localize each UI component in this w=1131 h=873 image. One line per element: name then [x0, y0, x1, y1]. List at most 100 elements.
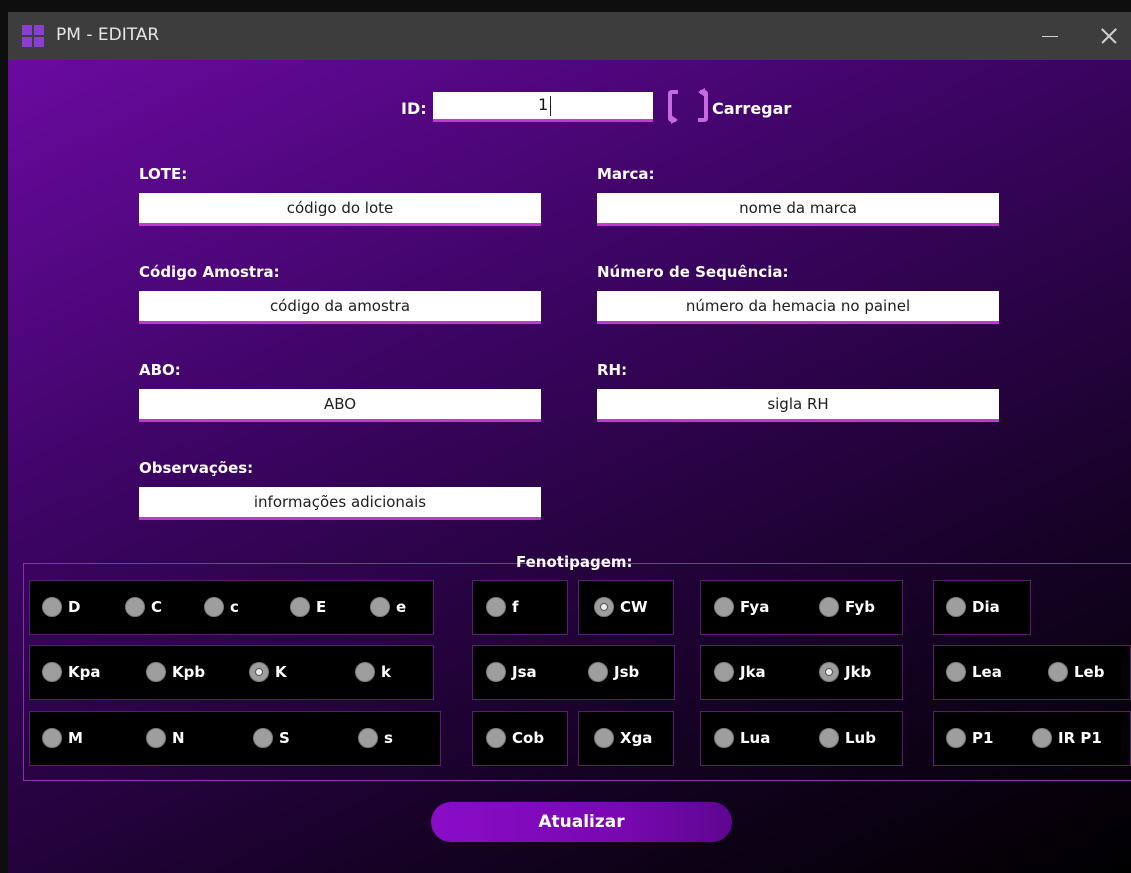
radio-Jka[interactable]: Jka [714, 662, 766, 682]
app-window: PM - EDITAR ID: 1 Carregar LOTE: código … [8, 12, 1131, 873]
radio-C-indicator [125, 597, 145, 617]
radio-M[interactable]: M [42, 728, 83, 748]
radio-c[interactable]: c [204, 597, 239, 617]
radio-CW-label: CW [620, 598, 648, 616]
marca-label: Marca: [597, 165, 655, 183]
radio-k-label: k [381, 663, 391, 681]
radio-Cob-label: Cob [512, 729, 545, 747]
radio-P1[interactable]: P1 [946, 728, 993, 748]
radio-Lub-label: Lub [845, 729, 876, 747]
radio-Cob[interactable]: Cob [486, 728, 544, 748]
rh-label: RH: [597, 361, 628, 379]
numero-sequencia-input[interactable]: número da hemacia no painel [597, 291, 999, 324]
radio-Fya[interactable]: Fya [714, 597, 769, 617]
radio-Jkb[interactable]: Jkb [819, 662, 871, 682]
radio-E[interactable]: E [290, 597, 326, 617]
codigo-amostra-input[interactable]: código da amostra [139, 291, 541, 324]
minimize-icon[interactable] [1028, 18, 1074, 54]
radio-Leb-indicator [1048, 662, 1068, 682]
radio-S[interactable]: S [253, 728, 290, 748]
load-button[interactable]: Carregar [712, 99, 791, 118]
radio-N-indicator [146, 728, 166, 748]
radio-D[interactable]: D [42, 597, 80, 617]
radio-Lub[interactable]: Lub [819, 728, 876, 748]
radio-D-indicator [42, 597, 62, 617]
radio-IRP1[interactable]: IR P1 [1032, 728, 1102, 748]
radio-Kpb-label: Kpb [172, 663, 206, 681]
radio-k[interactable]: k [355, 662, 391, 682]
close-icon[interactable] [1085, 18, 1131, 54]
radio-CW-indicator [594, 597, 614, 617]
radio-CW[interactable]: CW [594, 597, 648, 617]
radio-S-indicator [253, 728, 273, 748]
radio-Leb-label: Leb [1074, 663, 1105, 681]
radio-e-label: e [396, 598, 407, 616]
reload-icon[interactable] [668, 84, 708, 128]
radio-s[interactable]: s [358, 728, 393, 748]
radio-Kpb[interactable]: Kpb [146, 662, 205, 682]
title-bar: PM - EDITAR [8, 12, 1131, 60]
app-logo-icon [22, 25, 44, 47]
radio-S-label: S [279, 729, 290, 747]
radio-s-indicator [358, 728, 378, 748]
radio-Lea-label: Lea [972, 663, 1002, 681]
rh-input[interactable]: sigla RH [597, 389, 999, 422]
radio-IRP1-label: IR P1 [1058, 729, 1102, 747]
radio-Fyb-indicator [819, 597, 839, 617]
codigo-amostra-label: Código Amostra: [139, 263, 280, 281]
radio-E-label: E [316, 598, 327, 616]
abo-input[interactable]: ABO [139, 389, 541, 422]
radio-f[interactable]: f [486, 597, 519, 617]
radio-C-label: C [151, 598, 163, 616]
radio-Leb[interactable]: Leb [1048, 662, 1104, 682]
observacoes-input[interactable]: informações adicionais [139, 487, 541, 520]
radio-Dia-label: Dia [972, 598, 1000, 616]
main-content: ID: 1 Carregar LOTE: código do lote Códi… [8, 60, 1131, 873]
radio-N[interactable]: N [146, 728, 185, 748]
radio-M-label: M [68, 729, 83, 747]
radio-E-indicator [290, 597, 310, 617]
radio-Kpb-indicator [146, 662, 166, 682]
radio-e-indicator [370, 597, 390, 617]
radio-Fyb[interactable]: Fyb [819, 597, 875, 617]
radio-Kpa-label: Kpa [68, 663, 101, 681]
id-input[interactable]: 1 [433, 92, 653, 122]
fenotipagem-title: Fenotipagem: [516, 553, 633, 571]
numero-sequencia-label: Número de Sequência: [597, 263, 789, 281]
radio-c-label: c [230, 598, 239, 616]
radio-Jkb-indicator [819, 662, 839, 682]
radio-c-indicator [204, 597, 224, 617]
radio-K-label: K [275, 663, 287, 681]
radio-Xga-indicator [594, 728, 614, 748]
radio-Jsb-indicator [588, 662, 608, 682]
radio-Lea-indicator [946, 662, 966, 682]
radio-Lua-label: Lua [740, 729, 771, 747]
radio-Jsa-label: Jsa [512, 663, 537, 681]
radio-D-label: D [68, 598, 81, 616]
id-input-value: 1 [538, 95, 549, 114]
lote-label: LOTE: [139, 165, 188, 183]
radio-Jkb-label: Jkb [845, 663, 872, 681]
radio-e[interactable]: e [370, 597, 406, 617]
radio-Kpa[interactable]: Kpa [42, 662, 100, 682]
radio-s-label: s [384, 729, 393, 747]
radio-K[interactable]: K [249, 662, 287, 682]
lote-input[interactable]: código do lote [139, 193, 541, 226]
abo-label: ABO: [139, 361, 181, 379]
observacoes-label: Observações: [139, 459, 254, 477]
marca-input[interactable]: nome da marca [597, 193, 999, 226]
radio-Lua[interactable]: Lua [714, 728, 770, 748]
radio-Xga[interactable]: Xga [594, 728, 652, 748]
radio-P1-indicator [946, 728, 966, 748]
radio-Lea[interactable]: Lea [946, 662, 1002, 682]
update-button[interactable]: Atualizar [431, 802, 732, 842]
radio-k-indicator [355, 662, 375, 682]
radio-Fyb-label: Fyb [845, 598, 875, 616]
radio-Fya-label: Fya [740, 598, 770, 616]
radio-C[interactable]: C [125, 597, 162, 617]
radio-N-label: N [172, 729, 185, 747]
radio-Jsb[interactable]: Jsb [588, 662, 639, 682]
radio-Jsa[interactable]: Jsa [486, 662, 537, 682]
radio-Dia[interactable]: Dia [946, 597, 1000, 617]
window-title: PM - EDITAR [56, 25, 160, 45]
